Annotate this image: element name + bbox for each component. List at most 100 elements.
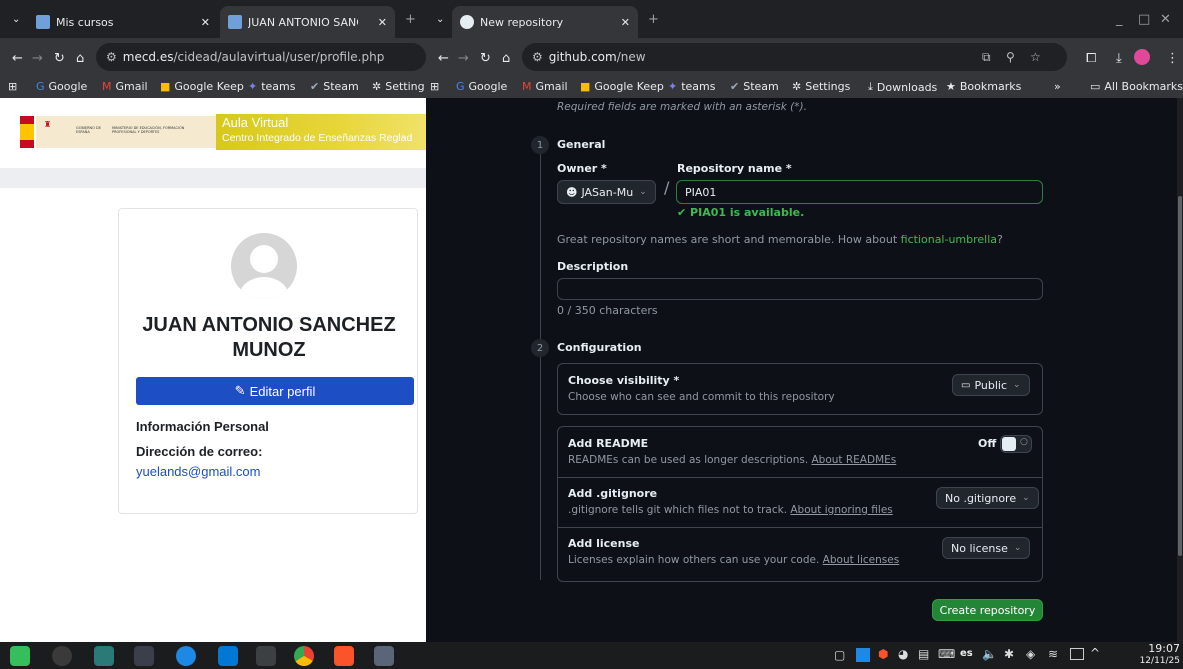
bookmark-settings[interactable]: ✲ Setting (372, 80, 425, 93)
reload-icon[interactable]: ↻ (480, 52, 491, 65)
owner-dropdown[interactable]: ☻ JASan-Mu ⌄ (557, 180, 656, 204)
description-input[interactable] (557, 278, 1043, 300)
bookmark-gmail[interactable]: M Gmail (522, 80, 568, 93)
clipboard-icon[interactable]: ▤ (918, 647, 929, 661)
forward-icon[interactable]: → (32, 52, 43, 65)
tab-title: New repository (480, 15, 564, 29)
reload-icon[interactable]: ↻ (54, 52, 65, 65)
bookmark-steam[interactable]: ✔ Steam (730, 80, 779, 93)
bookmarks-overflow-icon[interactable]: » (1054, 80, 1061, 93)
address-bar[interactable]: ⚙ mecd.es/cidead/aulavirtual/user/profil… (96, 43, 426, 71)
maximize-icon[interactable]: □ (1138, 13, 1150, 26)
install-app-icon[interactable]: ⧉ (982, 50, 991, 65)
new-tab-icon[interactable]: + (405, 13, 416, 26)
profile-avatar-icon[interactable] (1134, 49, 1150, 65)
wifi-icon[interactable]: ≋ (1048, 647, 1058, 661)
battery-icon[interactable] (1070, 648, 1084, 660)
chevron-down-icon: ⌄ (1022, 493, 1030, 503)
suggestion-link[interactable]: fictional-umbrella (901, 233, 997, 246)
site-info-icon[interactable]: ⚙ (106, 50, 117, 64)
gitignore-dropdown[interactable]: No .gitignore ⌄ (936, 487, 1039, 509)
edit-profile-button[interactable]: ✎ Editar perfil (136, 377, 414, 405)
avatar-body-icon (239, 277, 289, 299)
scrollbar-thumb[interactable] (1178, 196, 1182, 556)
email-link[interactable]: yuelands@gmail.com (136, 464, 260, 479)
license-title: Add license (568, 537, 640, 550)
file-manager-icon[interactable] (94, 646, 114, 666)
close-tab-icon[interactable]: ✕ (378, 16, 387, 29)
bookmark-bookmarks[interactable]: ★ Bookmarks (946, 80, 1021, 93)
options-panel: Add README READMEs can be used as longer… (557, 426, 1043, 582)
about-licenses-link[interactable]: About licenses (823, 554, 900, 566)
bookmark-settings[interactable]: ✲ Settings (792, 80, 850, 93)
bluetooth-icon[interactable]: ✱ (1004, 647, 1014, 661)
brave-tray-icon[interactable]: ⬢ (878, 647, 888, 661)
about-ignoring-files-link[interactable]: About ignoring files (790, 504, 892, 516)
terminal-icon[interactable] (134, 646, 154, 666)
bookmark-downloads[interactable]: ⤓ Downloads (868, 80, 937, 94)
volume-icon[interactable]: 🔈 (982, 647, 997, 661)
spain-flag-icon (20, 116, 34, 148)
start-menu-icon[interactable] (10, 646, 30, 666)
tab-new-repository[interactable]: New repository ✕ (452, 6, 638, 38)
visibility-dropdown[interactable]: ▭ Public ⌄ (952, 374, 1030, 396)
all-bookmarks[interactable]: ▭ All Bookmarks (1090, 80, 1183, 93)
tab-mis-cursos[interactable]: Mis cursos ✕ (28, 6, 218, 38)
tray-expand-icon[interactable]: ^ (1090, 646, 1100, 660)
tray-app-icon[interactable] (856, 648, 870, 662)
extensions-icon[interactable]: ⧠ (1086, 52, 1096, 65)
clock[interactable]: 19:07 12/11/25 (1108, 643, 1180, 667)
toggle-off-icon: ○ (1020, 437, 1028, 447)
bookmark-steam[interactable]: ✔ Steam (310, 80, 359, 93)
keyboard-icon[interactable]: ⌨ (938, 647, 955, 661)
bookmark-gmail[interactable]: M Gmail (102, 80, 148, 93)
close-tab-icon[interactable]: ✕ (621, 16, 630, 29)
vscode-icon[interactable] (218, 646, 238, 666)
close-window-icon[interactable]: ✕ (1160, 13, 1171, 26)
tab-search-icon[interactable]: ⌄ (12, 13, 20, 26)
window-list-icon[interactable]: ▢ (834, 648, 845, 662)
bookmark-keep[interactable]: ■ Google Keep (160, 80, 244, 93)
system-app-icon[interactable] (52, 646, 72, 666)
security-icon[interactable]: ◈ (1026, 647, 1035, 661)
chevron-down-icon: ⌄ (1013, 380, 1021, 390)
home-icon[interactable]: ⌂ (76, 52, 84, 65)
steam-tray-icon[interactable]: ◕ (898, 647, 908, 661)
license-dropdown[interactable]: No license ⌄ (942, 537, 1031, 559)
keyboard-language[interactable]: es (960, 648, 973, 659)
about-readmes-link[interactable]: About READMEs (812, 454, 897, 466)
brave-icon[interactable] (334, 646, 354, 666)
address-bar[interactable]: ⚙ github.com/new ⧉ ⚲ ☆ (522, 43, 1067, 71)
new-tab-icon[interactable]: + (648, 13, 659, 26)
scrollbar-track[interactable] (1177, 98, 1183, 642)
calculator-icon[interactable] (256, 646, 276, 666)
back-icon[interactable]: ← (12, 52, 23, 65)
network-app-icon[interactable] (176, 646, 196, 666)
apps-icon[interactable]: ⊞ (430, 80, 439, 93)
header-divider (0, 168, 426, 188)
star-icon[interactable]: ☆ (1030, 50, 1041, 64)
readme-toggle[interactable]: ○ (1000, 435, 1032, 453)
back-icon[interactable]: ← (438, 52, 449, 65)
bookmark-google[interactable]: G Google (36, 80, 87, 93)
home-icon[interactable]: ⌂ (502, 52, 510, 65)
bookmark-teams[interactable]: ✦ teams (668, 80, 716, 93)
bookmark-google[interactable]: G Google (456, 80, 507, 93)
minimize-icon[interactable]: _ (1116, 13, 1123, 26)
taskbar: ▢ ⬢ ◕ ▤ ⌨ es 🔈 ✱ ◈ ≋ ^ 19:07 12/11/25 (0, 642, 1183, 669)
tab-profile[interactable]: JUAN ANTONIO SANCHEZ M ✕ (220, 6, 395, 38)
close-tab-icon[interactable]: ✕ (201, 16, 210, 29)
site-info-icon[interactable]: ⚙ (532, 50, 543, 64)
image-viewer-icon[interactable] (374, 646, 394, 666)
chrome-icon[interactable] (294, 646, 314, 666)
apps-icon[interactable]: ⊞ (8, 80, 17, 93)
download-icon[interactable]: ⤓ (1116, 52, 1122, 65)
tab-search-icon[interactable]: ⌄ (436, 13, 444, 26)
zoom-icon[interactable]: ⚲ (1006, 50, 1015, 64)
repo-name-input[interactable]: PIA01 (676, 180, 1043, 204)
menu-icon[interactable]: ⋮ (1166, 52, 1179, 65)
create-repository-button[interactable]: Create repository (932, 599, 1043, 621)
bookmark-teams[interactable]: ✦ teams (248, 80, 296, 93)
bookmark-keep[interactable]: ■ Google Keep (580, 80, 664, 93)
forward-icon[interactable]: → (458, 52, 469, 65)
